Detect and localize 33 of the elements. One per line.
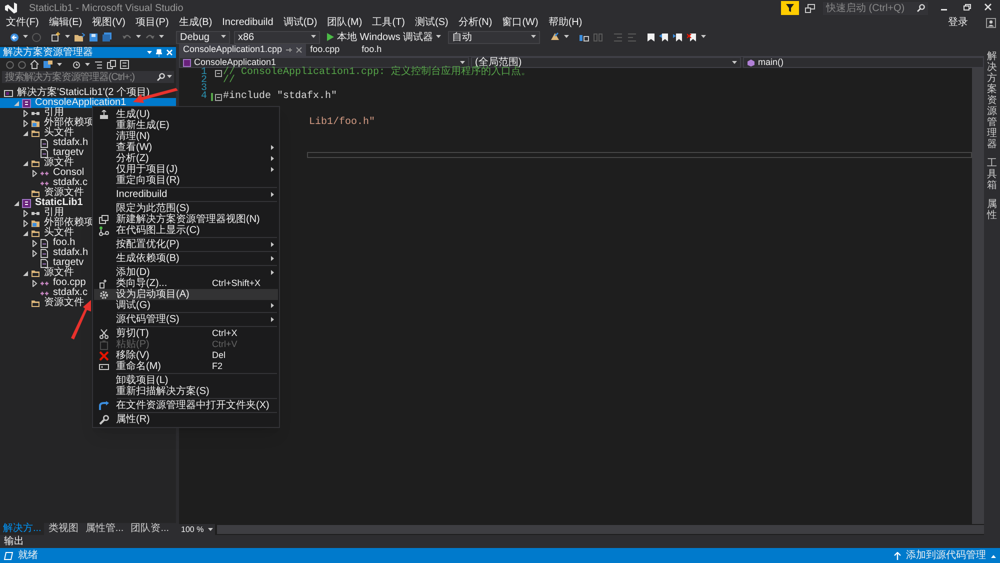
tree-item-label: 源文件 [44, 268, 74, 278]
tree-item-label: targetv [53, 148, 84, 158]
status-text: 就绪 [18, 548, 38, 563]
tree-item-label: foo.h [53, 238, 76, 248]
tree-item-label: StaticLib1 [35, 198, 83, 208]
shortcut-text: Ctrl+X [212, 326, 238, 340]
tree-item-label: 引用 [44, 208, 64, 218]
code-comment: // [223, 77, 236, 85]
line-number: 1 [200, 69, 208, 77]
tree-item-label: 引用 [44, 108, 64, 118]
tree-item-label: stdafx.h [53, 138, 88, 148]
tree-item-label: 资源文件 [44, 188, 84, 198]
tree-item-label: 头文件 [44, 128, 74, 138]
tree-item-label: stdafx.c [53, 288, 88, 298]
shortcut-text: Ctrl+Shift+X [212, 276, 262, 290]
code-line: #include "stdafx.h" [223, 93, 338, 101]
shortcut-text: Ctrl+V [212, 338, 238, 351]
code-line: Lib1/foo.h" [309, 119, 376, 127]
tree-item-label: 资源文件 [44, 298, 84, 308]
tree-item-label: Consol [53, 168, 84, 178]
tree-item-label: 源文件 [44, 158, 74, 168]
line-number: 3 [200, 85, 208, 93]
panel-title: 解决方案资源管理器 [3, 47, 93, 58]
line-number: 2 [200, 77, 208, 85]
tree-item-label: foo.cpp [53, 278, 86, 288]
shortcut-text: Del [212, 348, 227, 362]
tree-item-label: stdafx.c [53, 178, 88, 188]
tree-item-label: ConsoleApplication1 [35, 98, 126, 108]
tree-item-label: stdafx.h [53, 248, 88, 258]
shortcut-text: F2 [212, 360, 224, 373]
tree-item-label: 头文件 [44, 228, 74, 238]
window-title: StaticLib1 - Microsoft Visual Studio [29, 2, 184, 16]
tree-item-label: targetv [53, 258, 84, 268]
